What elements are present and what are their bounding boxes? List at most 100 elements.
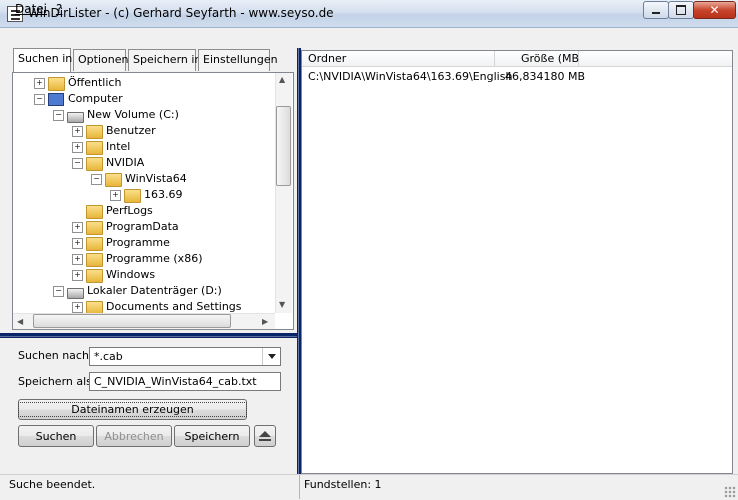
folder-icon — [124, 189, 141, 203]
menu-bar — [0, 28, 738, 48]
tree-item[interactable]: + Öffentlich — [13, 75, 275, 91]
expand-icon[interactable]: + — [34, 78, 45, 89]
folder-icon — [86, 205, 103, 219]
search-button[interactable]: Suchen — [18, 425, 94, 447]
tree-item-label: 163.69 — [144, 188, 183, 201]
tree-horizontal-scroll-thumb[interactable] — [33, 314, 231, 328]
collapse-icon[interactable]: − — [91, 174, 102, 185]
column-header-ordner[interactable]: Ordner — [302, 51, 495, 67]
tree-item[interactable]: − WinVista64 — [13, 171, 275, 187]
collapse-icon[interactable]: − — [72, 158, 83, 169]
tab-suchen-in[interactable]: Suchen in — [13, 48, 72, 72]
generate-filename-label: Dateinamen erzeugen — [18, 402, 247, 417]
window-title: WinDirLister - (c) Gerhard Seyfarth - ww… — [28, 6, 334, 20]
tree-item[interactable]: + Programme (x86) — [13, 251, 275, 267]
tab-optionen[interactable]: Optionen — [73, 49, 128, 71]
menu-datei[interactable]: Datei — [15, 2, 47, 16]
tree-vertical-scroll-thumb[interactable] — [276, 106, 291, 186]
combo-dropdown-button[interactable] — [262, 348, 280, 365]
horizontal-splitter-line — [0, 336, 297, 337]
expand-icon[interactable]: + — [72, 126, 83, 137]
status-separator — [299, 475, 300, 499]
tree-item[interactable]: + Benutzer — [13, 123, 275, 139]
folder-icon — [86, 269, 103, 283]
scroll-right-icon[interactable]: ▶ — [262, 317, 268, 326]
save-button[interactable]: Speichern — [174, 425, 250, 447]
folder-icon — [86, 157, 103, 171]
tree-item[interactable]: − Lokaler Datenträger (D:) — [13, 283, 275, 299]
tree-item-label: PerfLogs — [106, 204, 153, 217]
folder-icon — [48, 77, 65, 91]
folder-icon — [105, 173, 122, 187]
tree-item[interactable]: +163.69 — [13, 187, 275, 203]
minimize-icon — [652, 12, 660, 14]
chevron-down-icon — [267, 354, 276, 359]
eject-icon — [259, 431, 271, 441]
maximize-button[interactable] — [668, 1, 694, 19]
tree-item-label: Lokaler Datenträger (D:) — [87, 284, 222, 297]
save-as-input[interactable]: C_NVIDIA_WinVista64_cab.txt — [89, 372, 281, 391]
search-pattern-combo[interactable]: *.cab — [89, 347, 281, 366]
drive-icon — [67, 112, 84, 123]
folder-icon — [86, 237, 103, 251]
expand-icon[interactable]: + — [72, 302, 83, 313]
expand-icon[interactable]: + — [72, 270, 83, 281]
vertical-splitter-line — [298, 48, 299, 474]
tree-item[interactable]: + ProgramData — [13, 219, 275, 235]
scroll-left-icon[interactable]: ◀ — [17, 317, 23, 326]
tree-item-label: WinVista64 — [125, 172, 187, 185]
tree-item[interactable]: + Intel — [13, 139, 275, 155]
collapse-icon[interactable]: − — [53, 110, 64, 121]
column-header-filler — [579, 51, 732, 67]
column-header-groesse[interactable]: Größe (MB) — [495, 51, 583, 67]
generate-filename-button[interactable]: Dateinamen erzeugen — [18, 399, 247, 420]
tree-item[interactable]: − New Volume (C:) — [13, 107, 275, 123]
folder-icon — [86, 221, 103, 235]
result-row-ordner[interactable]: C:\NVIDIA\WinVista64\163.69\English — [308, 70, 512, 83]
minimize-button[interactable] — [643, 1, 669, 19]
tab-speichern-in[interactable]: Speichern in — [128, 49, 201, 71]
tree-item-label: Programme (x86) — [106, 252, 203, 265]
expand-icon[interactable]: + — [110, 190, 121, 201]
save-as-label: Speichern als: — [18, 375, 96, 388]
tree-item-label: Intel — [106, 140, 131, 153]
tree-item[interactable]: − Computer — [13, 91, 275, 107]
computer-icon — [48, 93, 64, 106]
folder-tree[interactable]: + Öffentlich − Computer − New Volume (C:) + Ben… — [12, 72, 294, 330]
tree-item[interactable]: + Programme — [13, 235, 275, 251]
tree-item-label: ProgramData — [106, 220, 179, 233]
close-button[interactable]: ✕ — [693, 1, 736, 19]
tree-item[interactable]: PerfLogs — [13, 203, 275, 219]
expand-icon[interactable]: + — [72, 142, 83, 153]
scroll-down-icon[interactable]: ▼ — [279, 300, 285, 309]
collapse-icon[interactable]: − — [53, 286, 64, 297]
eject-button[interactable] — [254, 425, 276, 447]
result-row-groesse[interactable]: 46,834180 MB — [505, 70, 585, 83]
scroll-up-icon[interactable]: ▲ — [279, 75, 285, 84]
tree-item-label: Windows — [106, 268, 156, 281]
tree-item-label: Öffentlich — [68, 76, 122, 89]
tab-einstellungen[interactable]: Einstellungen — [198, 49, 278, 71]
expand-icon[interactable]: + — [72, 222, 83, 233]
drive-icon — [67, 288, 84, 299]
close-icon: ✕ — [709, 3, 720, 17]
tree-item-label: Computer — [68, 92, 123, 105]
menu-help[interactable]: ? — [56, 2, 62, 16]
status-match-count: Fundstellen: 1 — [304, 478, 382, 491]
folder-icon — [86, 141, 103, 155]
tree-item-label: Programme — [106, 236, 170, 249]
tree-item[interactable]: − NVIDIA — [13, 155, 275, 171]
tree-item-label: Documents and Settings — [106, 300, 242, 313]
expand-icon[interactable]: + — [72, 254, 83, 265]
tree-item[interactable]: + Windows — [13, 267, 275, 283]
expand-icon[interactable]: + — [72, 238, 83, 249]
tree-item-label: NVIDIA — [106, 156, 145, 169]
status-text: Suche beendet. — [9, 478, 96, 491]
cancel-button[interactable]: Abbrechen — [96, 425, 172, 447]
tree-item-label: Benutzer — [106, 124, 156, 137]
results-list[interactable] — [301, 50, 733, 474]
search-pattern-label: Suchen nach: — [18, 349, 93, 362]
folder-icon — [86, 125, 103, 139]
resize-grip-icon[interactable] — [724, 486, 736, 498]
collapse-icon[interactable]: − — [34, 94, 45, 105]
